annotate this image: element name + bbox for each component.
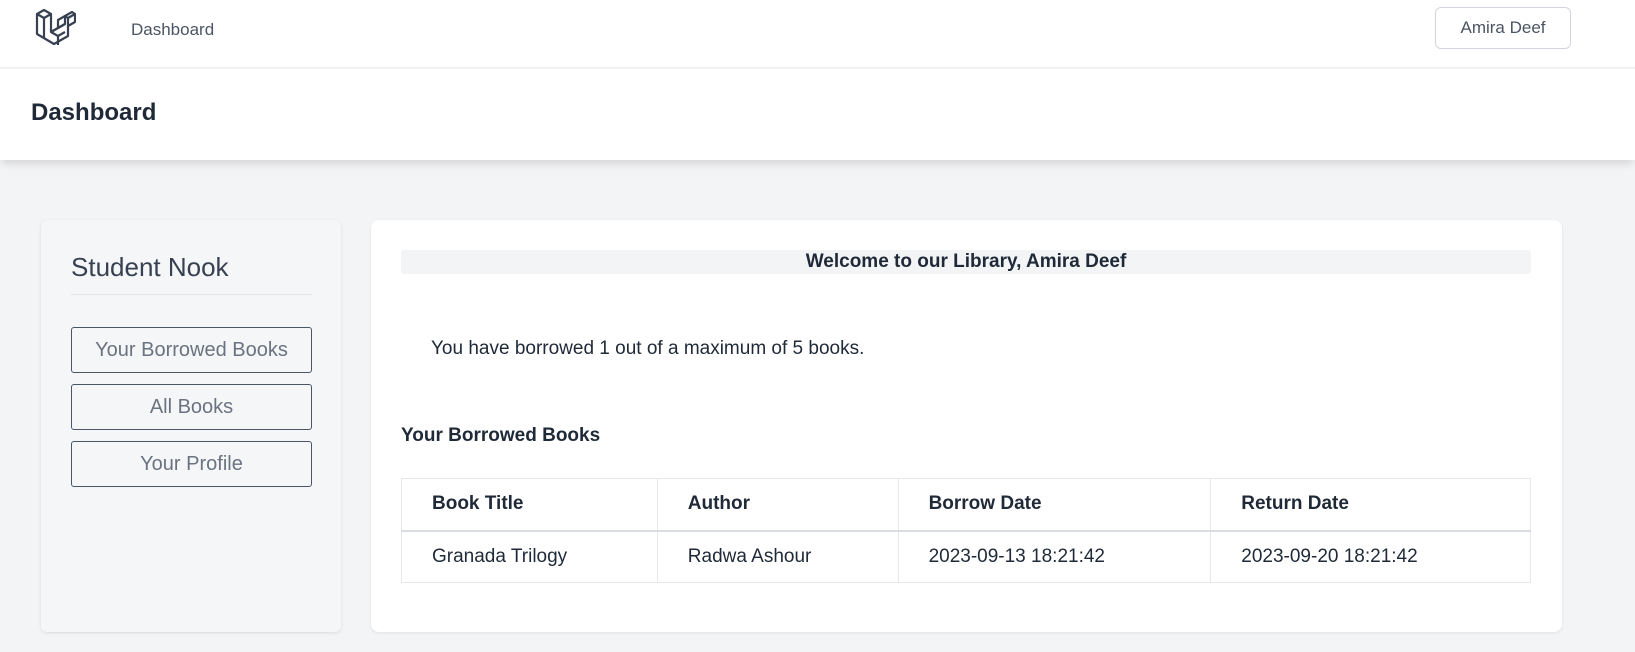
cell-borrow-date: 2023-09-13 18:21:42: [897, 530, 1212, 583]
column-header-borrow-date: Borrow Date: [897, 478, 1212, 532]
column-header-return-date: Return Date: [1210, 478, 1531, 532]
borrowed-books-heading: Your Borrowed Books: [401, 425, 601, 446]
column-header-book-title: Book Title: [401, 478, 658, 532]
table-row: Granada Trilogy Radwa Ashour 2023-09-13 …: [401, 530, 1531, 583]
page-header: Dashboard: [0, 69, 1635, 160]
main-card: Welcome to our Library, Amira Deef You h…: [371, 220, 1562, 632]
table-header-row: Book Title Author Borrow Date Return Dat…: [401, 478, 1531, 532]
cell-author: Radwa Ashour: [656, 530, 899, 583]
top-navigation: Dashboard Amira Deef: [0, 0, 1635, 68]
all-books-button[interactable]: All Books: [71, 384, 312, 430]
your-borrowed-books-button[interactable]: Your Borrowed Books: [71, 327, 312, 373]
sidebar-divider: [71, 294, 312, 295]
welcome-banner: Welcome to our Library, Amira Deef: [401, 250, 1531, 274]
borrowed-books-table: Book Title Author Borrow Date Return Dat…: [401, 478, 1531, 583]
user-menu-button[interactable]: Amira Deef: [1435, 7, 1571, 49]
borrow-limit-text: You have borrowed 1 out of a maximum of …: [431, 338, 865, 359]
laravel-logo-icon[interactable]: [34, 8, 77, 50]
your-profile-button[interactable]: Your Profile: [71, 441, 312, 487]
nav-dashboard-link[interactable]: Dashboard: [131, 20, 214, 40]
column-header-author: Author: [656, 478, 899, 532]
cell-return-date: 2023-09-20 18:21:42: [1210, 530, 1531, 583]
sidebar-title: Student Nook: [71, 252, 229, 282]
sidebar: Student Nook Your Borrowed Books All Boo…: [41, 220, 341, 632]
cell-book-title: Granada Trilogy: [401, 530, 658, 583]
page-title: Dashboard: [31, 99, 157, 126]
